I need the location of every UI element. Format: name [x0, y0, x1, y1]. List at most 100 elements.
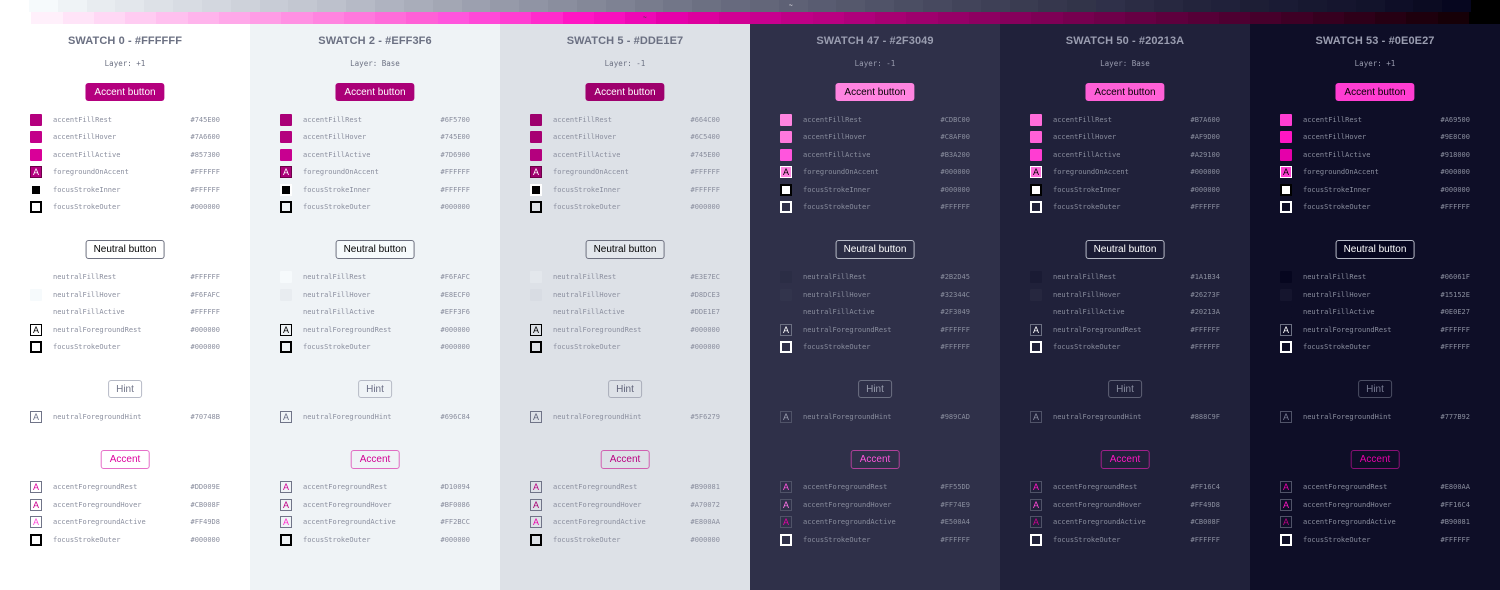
focus-stroke-outer-swatch — [30, 534, 42, 546]
token-value: #D10094 — [440, 483, 470, 491]
token-name: focusStrokeOuter — [803, 536, 871, 544]
neutral-ramp-step — [86, 0, 116, 12]
neutral-button[interactable]: Neutral button — [585, 240, 665, 259]
token-value: #E800AA — [1440, 483, 1470, 491]
accent-button[interactable]: Accent button — [835, 83, 915, 101]
token-value: #918000 — [1440, 151, 1470, 159]
token-name: accentForegroundRest — [1303, 483, 1388, 491]
accent-foreground-button[interactable]: Accent — [1100, 450, 1150, 469]
token-name: foregroundOnAccent — [553, 168, 629, 176]
neutral-ramp-step — [374, 0, 404, 12]
accent-foreground-button[interactable]: Accent — [1350, 450, 1400, 469]
token-value: #6C5400 — [690, 133, 720, 141]
neutral-ramp-step — [230, 0, 260, 12]
hint-button[interactable]: Hint — [1358, 380, 1392, 398]
accent-ramp-step — [1000, 12, 1032, 24]
token-value: #FFFFFF — [440, 186, 470, 194]
neutral-button[interactable]: Neutral button — [835, 240, 915, 259]
neutral-ramp-step — [317, 0, 347, 12]
neutral-foreground-swatch: A — [280, 324, 292, 336]
token-value: #000000 — [940, 168, 970, 176]
neutral-button[interactable]: Neutral button — [1335, 240, 1415, 259]
token-name: neutralFillHover — [1053, 291, 1121, 299]
token-value: #FF2BCC — [440, 518, 470, 526]
token-value: #7D6900 — [440, 151, 470, 159]
token-value: #745E00 — [190, 116, 220, 124]
focus-stroke-outer-swatch — [1280, 201, 1292, 213]
token-value: #000000 — [190, 343, 220, 351]
neutral-ramp-step — [1038, 0, 1068, 12]
token-row: accentFillHover #AF9D00 — [1030, 131, 1220, 143]
focus-stroke-outer-swatch — [30, 341, 42, 353]
accent-button[interactable]: Accent button — [585, 83, 665, 101]
hint-button[interactable]: Hint — [358, 380, 392, 398]
accent-foreground-swatch: A — [280, 481, 292, 493]
token-name: accentForegroundRest — [53, 483, 138, 491]
token-row: AforegroundOnAccent #FFFFFF — [530, 166, 720, 178]
token-row: accentFillRest #745E00 — [30, 114, 220, 126]
accent-button[interactable]: Accent button — [85, 83, 165, 101]
neutral-foreground-swatch: A — [530, 324, 542, 336]
token-value: #FFFFFF — [1440, 536, 1470, 544]
token-value: #FFFFFF — [1190, 203, 1220, 211]
neutral-button[interactable]: Neutral button — [85, 240, 165, 259]
token-name: foregroundOnAccent — [1303, 168, 1379, 176]
token-name: neutralFillHover — [53, 291, 121, 299]
accent-foreground-button[interactable]: Accent — [600, 450, 650, 469]
token-name: accentFillHover — [303, 133, 367, 141]
token-name: focusStrokeInner — [1303, 186, 1371, 194]
accent-foreground-button[interactable]: Accent — [350, 450, 400, 469]
focus-stroke-outer-swatch — [280, 534, 292, 546]
fill-color-swatch — [30, 306, 42, 318]
token-value: #000000 — [690, 343, 720, 351]
token-value: #000000 — [1190, 168, 1220, 176]
fill-color-swatch — [30, 149, 42, 161]
accent-button[interactable]: Accent button — [335, 83, 415, 101]
token-name: neutralFillRest — [1303, 273, 1367, 281]
token-value: #F6FAFC — [190, 291, 220, 299]
neutral-button[interactable]: Neutral button — [1085, 240, 1165, 259]
focus-stroke-outer-swatch — [1030, 534, 1042, 546]
accent-foreground-button[interactable]: Accent — [100, 450, 150, 469]
focus-stroke-inner-swatch — [780, 184, 792, 196]
token-name: foregroundOnAccent — [803, 168, 879, 176]
accent-color-ramp — [0, 12, 1500, 24]
hint-button[interactable]: Hint — [858, 380, 892, 398]
neutral-ramp-step — [576, 0, 606, 12]
fill-color-swatch — [30, 131, 42, 143]
accent-foreground-button[interactable]: Accent — [850, 450, 900, 469]
token-name: accentForegroundRest — [1053, 483, 1138, 491]
hint-button[interactable]: Hint — [108, 380, 142, 398]
token-name: accentForegroundHover — [303, 501, 392, 509]
token-name: neutralForegroundHint — [53, 413, 142, 421]
neutral-ramp-step — [288, 0, 318, 12]
neutral-ramp-step — [0, 0, 29, 12]
neutral-ramp-step — [749, 0, 779, 12]
token-row: accentFillActive #918000 — [1280, 149, 1470, 161]
token-name: neutralForegroundRest — [53, 326, 142, 334]
accent-ramp-step — [687, 12, 719, 24]
accent-ramp-step — [1375, 12, 1407, 24]
token-row: focusStrokeOuter #000000 — [530, 534, 720, 546]
token-name: foregroundOnAccent — [53, 168, 129, 176]
neutral-button[interactable]: Neutral button — [335, 240, 415, 259]
hint-button[interactable]: Hint — [1108, 380, 1142, 398]
accent-button[interactable]: Accent button — [1085, 83, 1165, 101]
token-name: neutralForegroundRest — [553, 326, 642, 334]
token-value: #000000 — [690, 536, 720, 544]
focus-stroke-outer-swatch — [530, 201, 542, 213]
hint-button[interactable]: Hint — [608, 380, 642, 398]
token-value: #2B2D45 — [940, 273, 970, 281]
token-row: focusStrokeOuter #FFFFFF — [1030, 201, 1220, 213]
token-name: accentFillActive — [1303, 151, 1371, 159]
layer-label: Layer: Base — [350, 59, 400, 68]
accent-ramp-step — [906, 12, 938, 24]
accent-ramp-step — [1250, 12, 1282, 24]
token-row: AneutralForegroundHint #696C84 — [280, 411, 470, 423]
token-name: focusStrokeOuter — [53, 203, 121, 211]
accent-button[interactable]: Accent button — [1335, 83, 1415, 101]
token-name: accentForegroundActive — [1303, 518, 1396, 526]
accent-ramp-step — [0, 12, 32, 24]
accent-ramp-step — [1125, 12, 1157, 24]
neutral-ramp-step — [519, 0, 549, 12]
